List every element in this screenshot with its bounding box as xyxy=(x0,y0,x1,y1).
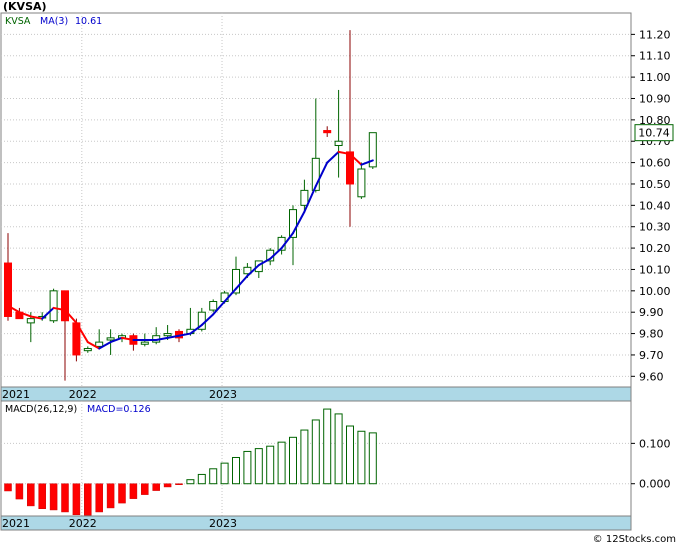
price-y-tick-label: 10.00 xyxy=(639,285,671,298)
macd-bar xyxy=(346,425,354,485)
candle-body xyxy=(49,290,58,322)
price-y-tick-label: 9.70 xyxy=(639,349,664,362)
candle-body xyxy=(140,341,149,345)
macd-bar xyxy=(163,483,172,488)
macd-bar xyxy=(254,448,263,485)
price-y-tick-label: 10.20 xyxy=(639,242,671,255)
legend-ma-value: 10.61 xyxy=(75,16,102,27)
macd-bar xyxy=(232,456,240,485)
macd-bar xyxy=(368,432,377,485)
price-y-tick-label: 10.30 xyxy=(639,221,671,234)
price-y-tick-label: 10.60 xyxy=(639,157,671,170)
macd-bar xyxy=(72,483,81,516)
macd-bar xyxy=(106,483,115,509)
macd-bar xyxy=(95,483,103,513)
macd-bar xyxy=(209,468,218,485)
price-time-label: 2021 xyxy=(2,388,30,401)
candle-body xyxy=(26,318,35,324)
macd-bar xyxy=(129,483,138,499)
macd-y-tick-label: 0.000 xyxy=(639,478,671,491)
price-y-tick-label: 10.40 xyxy=(639,199,671,212)
macd-bar xyxy=(311,419,320,485)
price-y-tick-label: 9.60 xyxy=(639,370,664,383)
macd-bar xyxy=(49,483,58,511)
candle-body xyxy=(95,341,104,347)
candle-body xyxy=(61,290,69,322)
macd-time-label: 2023 xyxy=(209,517,237,530)
chart-canvas: 11.2011.1011.0010.9010.8010.7010.6010.50… xyxy=(0,0,676,545)
macd-bar xyxy=(243,450,252,485)
price-y-tick-label: 11.10 xyxy=(639,50,671,63)
macd-bar xyxy=(27,483,35,507)
macd-bar xyxy=(334,413,343,485)
macd-time-label: 2021 xyxy=(2,517,30,530)
macd-bar xyxy=(357,430,366,485)
price-time-label: 2022 xyxy=(69,388,97,401)
macd-bar xyxy=(152,483,160,491)
candle-body xyxy=(4,262,12,317)
macd-bar xyxy=(175,483,183,485)
macd-bar xyxy=(61,483,69,513)
price-time-label: 2023 xyxy=(209,388,237,401)
macd-y-tick-label: 0.100 xyxy=(639,437,671,450)
stock-chart: 11.20 11.10 11.00 10.90 10.80 10.70 10.60 10.50… xyxy=(0,0,680,546)
chart-title: (KVSA) xyxy=(3,0,47,13)
candle-body xyxy=(106,337,115,341)
macd-bar xyxy=(141,483,149,495)
macd-bar xyxy=(300,429,309,485)
macd-bar xyxy=(84,483,92,516)
candle-body xyxy=(209,301,218,311)
candle-body xyxy=(83,348,92,352)
candle xyxy=(72,318,81,362)
watermark: © 12Stocks.com xyxy=(593,534,676,545)
candle-body xyxy=(163,333,172,337)
macd-bar xyxy=(289,436,297,485)
candle xyxy=(368,132,377,170)
macd-bar xyxy=(15,483,24,500)
candle-body xyxy=(323,130,332,134)
macd-bar xyxy=(118,483,126,504)
price-y-tick-label: 9.90 xyxy=(639,306,664,319)
macd-bar xyxy=(266,445,275,485)
macd-legend-name: MACD(26,12,9) xyxy=(5,404,77,415)
candle xyxy=(49,288,58,323)
price-y-axis: 11.2011.1011.0010.9010.8010.7010.6010.50… xyxy=(631,28,671,383)
macd-y-axis: 0.100 0.000 xyxy=(631,437,671,491)
price-y-tick-label: 10.90 xyxy=(639,92,671,105)
price-y-tick-label: 11.20 xyxy=(639,28,671,41)
price-y-tick-label: 10.50 xyxy=(639,178,671,191)
macd-bar xyxy=(186,479,195,485)
macd-bar xyxy=(4,483,12,492)
macd-bar xyxy=(277,441,286,485)
price-y-tick-label: 10.10 xyxy=(639,263,671,276)
legend-ma-label: MA(3) xyxy=(40,16,68,27)
macd-bar xyxy=(323,408,332,485)
candle-body xyxy=(300,189,309,206)
last-price-label: 10.74 xyxy=(638,127,670,140)
legend-symbol: KVSA xyxy=(5,16,31,27)
price-y-tick-label: 9.80 xyxy=(639,328,664,341)
macd-bar xyxy=(38,483,46,509)
macd-bar xyxy=(197,473,206,485)
macd-legend-value: MACD=0.126 xyxy=(87,404,151,415)
macd-time-label: 2022 xyxy=(69,517,97,530)
candle-body xyxy=(357,168,366,198)
candle-body xyxy=(334,140,343,147)
macd-bar xyxy=(220,462,229,485)
price-y-tick-label: 11.00 xyxy=(639,71,671,84)
